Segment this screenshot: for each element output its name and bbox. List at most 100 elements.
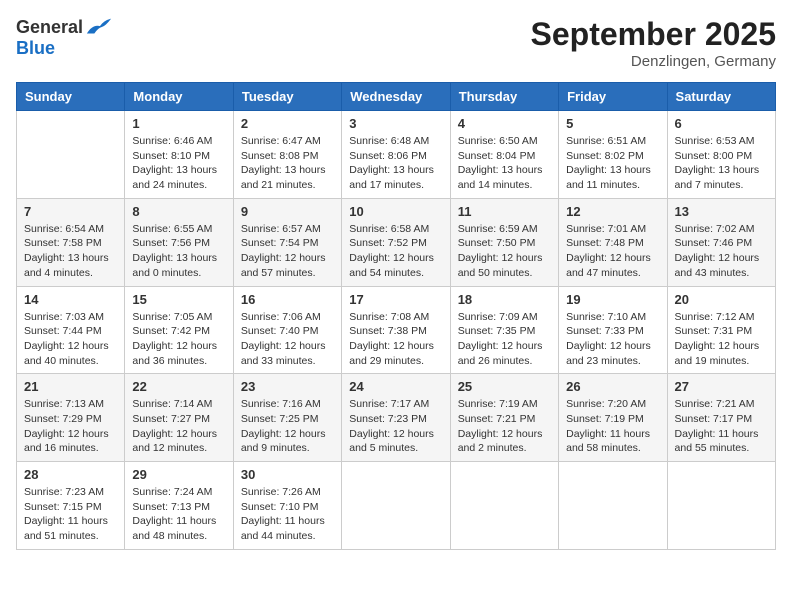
calendar-day-header: Wednesday: [342, 83, 450, 111]
day-number: 26: [566, 379, 659, 394]
day-number: 7: [24, 204, 117, 219]
day-number: 20: [675, 292, 768, 307]
calendar-day-cell: 30 Sunrise: 7:26 AMSunset: 7:10 PMDaylig…: [233, 462, 341, 550]
location-text: Denzlingen, Germany: [531, 53, 776, 70]
day-number: 5: [566, 116, 659, 131]
logo: General Blue: [16, 16, 113, 59]
day-info: Sunrise: 6:50 AMSunset: 8:04 PMDaylight:…: [458, 134, 551, 193]
day-number: 25: [458, 379, 551, 394]
calendar-day-cell: 9 Sunrise: 6:57 AMSunset: 7:54 PMDayligh…: [233, 198, 341, 286]
logo-general-text: General: [16, 17, 83, 38]
day-info: Sunrise: 6:58 AMSunset: 7:52 PMDaylight:…: [349, 222, 442, 281]
day-info: Sunrise: 6:59 AMSunset: 7:50 PMDaylight:…: [458, 222, 551, 281]
day-info: Sunrise: 6:54 AMSunset: 7:58 PMDaylight:…: [24, 222, 117, 281]
calendar-day-cell: 7 Sunrise: 6:54 AMSunset: 7:58 PMDayligh…: [17, 198, 125, 286]
day-info: Sunrise: 7:24 AMSunset: 7:13 PMDaylight:…: [132, 485, 225, 544]
day-info: Sunrise: 7:08 AMSunset: 7:38 PMDaylight:…: [349, 310, 442, 369]
day-number: 3: [349, 116, 442, 131]
calendar-day-cell: 5 Sunrise: 6:51 AMSunset: 8:02 PMDayligh…: [559, 111, 667, 199]
day-number: 1: [132, 116, 225, 131]
day-info: Sunrise: 7:09 AMSunset: 7:35 PMDaylight:…: [458, 310, 551, 369]
day-info: Sunrise: 7:20 AMSunset: 7:19 PMDaylight:…: [566, 397, 659, 456]
day-number: 22: [132, 379, 225, 394]
day-info: Sunrise: 6:46 AMSunset: 8:10 PMDaylight:…: [132, 134, 225, 193]
day-info: Sunrise: 7:01 AMSunset: 7:48 PMDaylight:…: [566, 222, 659, 281]
calendar-day-cell: 28 Sunrise: 7:23 AMSunset: 7:15 PMDaylig…: [17, 462, 125, 550]
day-info: Sunrise: 7:26 AMSunset: 7:10 PMDaylight:…: [241, 485, 334, 544]
day-info: Sunrise: 6:51 AMSunset: 8:02 PMDaylight:…: [566, 134, 659, 193]
day-number: 8: [132, 204, 225, 219]
day-number: 17: [349, 292, 442, 307]
day-number: 18: [458, 292, 551, 307]
calendar-day-cell: 4 Sunrise: 6:50 AMSunset: 8:04 PMDayligh…: [450, 111, 558, 199]
day-number: 15: [132, 292, 225, 307]
day-info: Sunrise: 6:55 AMSunset: 7:56 PMDaylight:…: [132, 222, 225, 281]
day-info: Sunrise: 7:16 AMSunset: 7:25 PMDaylight:…: [241, 397, 334, 456]
calendar-week-row: 14 Sunrise: 7:03 AMSunset: 7:44 PMDaylig…: [17, 286, 776, 374]
day-number: 21: [24, 379, 117, 394]
calendar-day-cell: 18 Sunrise: 7:09 AMSunset: 7:35 PMDaylig…: [450, 286, 558, 374]
calendar-day-cell: [342, 462, 450, 550]
calendar-day-cell: 20 Sunrise: 7:12 AMSunset: 7:31 PMDaylig…: [667, 286, 775, 374]
day-info: Sunrise: 7:05 AMSunset: 7:42 PMDaylight:…: [132, 310, 225, 369]
day-number: 27: [675, 379, 768, 394]
calendar-day-cell: [559, 462, 667, 550]
day-info: Sunrise: 7:13 AMSunset: 7:29 PMDaylight:…: [24, 397, 117, 456]
calendar-week-row: 28 Sunrise: 7:23 AMSunset: 7:15 PMDaylig…: [17, 462, 776, 550]
day-info: Sunrise: 7:06 AMSunset: 7:40 PMDaylight:…: [241, 310, 334, 369]
day-info: Sunrise: 6:48 AMSunset: 8:06 PMDaylight:…: [349, 134, 442, 193]
calendar-day-cell: 25 Sunrise: 7:19 AMSunset: 7:21 PMDaylig…: [450, 374, 558, 462]
calendar-day-cell: 10 Sunrise: 6:58 AMSunset: 7:52 PMDaylig…: [342, 198, 450, 286]
day-info: Sunrise: 7:02 AMSunset: 7:46 PMDaylight:…: [675, 222, 768, 281]
calendar-day-cell: 21 Sunrise: 7:13 AMSunset: 7:29 PMDaylig…: [17, 374, 125, 462]
calendar-day-cell: 17 Sunrise: 7:08 AMSunset: 7:38 PMDaylig…: [342, 286, 450, 374]
day-number: 23: [241, 379, 334, 394]
calendar-table: SundayMondayTuesdayWednesdayThursdayFrid…: [16, 82, 776, 550]
day-info: Sunrise: 6:47 AMSunset: 8:08 PMDaylight:…: [241, 134, 334, 193]
calendar-day-cell: [17, 111, 125, 199]
day-number: 19: [566, 292, 659, 307]
month-title: September 2025: [531, 16, 776, 53]
day-number: 4: [458, 116, 551, 131]
logo-blue-text: Blue: [16, 38, 55, 59]
calendar-day-header: Tuesday: [233, 83, 341, 111]
day-info: Sunrise: 7:03 AMSunset: 7:44 PMDaylight:…: [24, 310, 117, 369]
page-header: General Blue September 2025 Denzlingen, …: [16, 16, 776, 70]
calendar-day-header: Friday: [559, 83, 667, 111]
calendar-day-cell: 2 Sunrise: 6:47 AMSunset: 8:08 PMDayligh…: [233, 111, 341, 199]
calendar-day-cell: 15 Sunrise: 7:05 AMSunset: 7:42 PMDaylig…: [125, 286, 233, 374]
day-number: 6: [675, 116, 768, 131]
calendar-day-header: Saturday: [667, 83, 775, 111]
day-info: Sunrise: 7:12 AMSunset: 7:31 PMDaylight:…: [675, 310, 768, 369]
day-number: 9: [241, 204, 334, 219]
calendar-day-cell: 6 Sunrise: 6:53 AMSunset: 8:00 PMDayligh…: [667, 111, 775, 199]
calendar-day-cell: 13 Sunrise: 7:02 AMSunset: 7:46 PMDaylig…: [667, 198, 775, 286]
calendar-day-header: Sunday: [17, 83, 125, 111]
day-number: 24: [349, 379, 442, 394]
logo-bird-icon: [85, 16, 113, 38]
calendar-week-row: 21 Sunrise: 7:13 AMSunset: 7:29 PMDaylig…: [17, 374, 776, 462]
calendar-day-cell: 16 Sunrise: 7:06 AMSunset: 7:40 PMDaylig…: [233, 286, 341, 374]
calendar-day-cell: 29 Sunrise: 7:24 AMSunset: 7:13 PMDaylig…: [125, 462, 233, 550]
day-info: Sunrise: 6:57 AMSunset: 7:54 PMDaylight:…: [241, 222, 334, 281]
day-info: Sunrise: 7:21 AMSunset: 7:17 PMDaylight:…: [675, 397, 768, 456]
day-info: Sunrise: 7:10 AMSunset: 7:33 PMDaylight:…: [566, 310, 659, 369]
calendar-day-cell: 23 Sunrise: 7:16 AMSunset: 7:25 PMDaylig…: [233, 374, 341, 462]
day-number: 16: [241, 292, 334, 307]
day-info: Sunrise: 7:23 AMSunset: 7:15 PMDaylight:…: [24, 485, 117, 544]
day-number: 12: [566, 204, 659, 219]
day-number: 14: [24, 292, 117, 307]
day-info: Sunrise: 6:53 AMSunset: 8:00 PMDaylight:…: [675, 134, 768, 193]
day-number: 11: [458, 204, 551, 219]
calendar-week-row: 7 Sunrise: 6:54 AMSunset: 7:58 PMDayligh…: [17, 198, 776, 286]
day-number: 28: [24, 467, 117, 482]
calendar-day-cell: 14 Sunrise: 7:03 AMSunset: 7:44 PMDaylig…: [17, 286, 125, 374]
day-number: 2: [241, 116, 334, 131]
calendar-header-row: SundayMondayTuesdayWednesdayThursdayFrid…: [17, 83, 776, 111]
day-number: 10: [349, 204, 442, 219]
calendar-day-cell: 8 Sunrise: 6:55 AMSunset: 7:56 PMDayligh…: [125, 198, 233, 286]
calendar-day-cell: [450, 462, 558, 550]
day-number: 29: [132, 467, 225, 482]
day-info: Sunrise: 7:17 AMSunset: 7:23 PMDaylight:…: [349, 397, 442, 456]
day-number: 30: [241, 467, 334, 482]
